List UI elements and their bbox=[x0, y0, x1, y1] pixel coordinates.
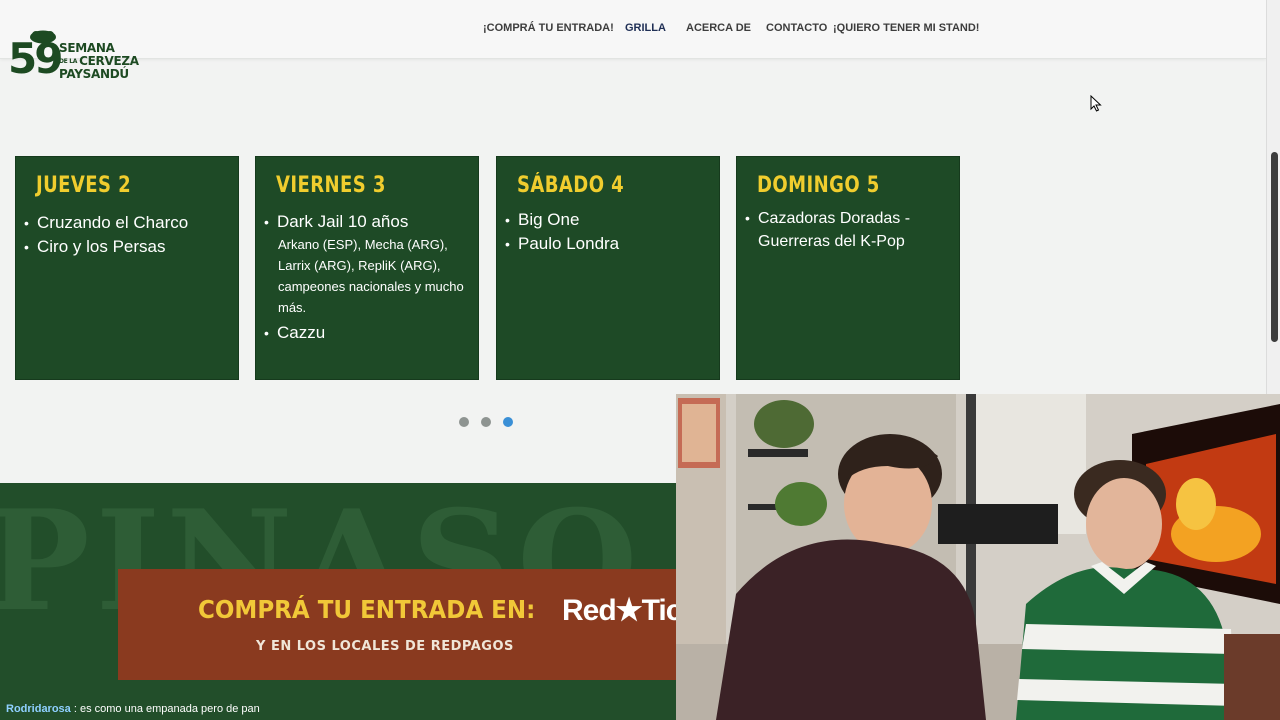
card-artist-list: Cruzando el Charco Ciro y los Persas bbox=[24, 211, 236, 259]
card-artist-list: Dark Jail 10 años Arkano (ESP), Mecha (A… bbox=[264, 210, 476, 345]
carousel-dot-1[interactable] bbox=[459, 417, 469, 427]
webcam-scene bbox=[676, 394, 1280, 720]
nav-acerca-de[interactable]: ACERCA DE bbox=[686, 22, 751, 34]
lineup-card-sabado: SÁBADO 4 Big One Paulo Londra bbox=[496, 156, 720, 380]
artist-item: Paulo Londra bbox=[505, 232, 717, 256]
card-artist-list: Big One Paulo Londra bbox=[505, 208, 717, 256]
artist-item: Cazadoras Doradas - Guerreras del K-Pop bbox=[745, 207, 957, 253]
lineup-card-jueves: JUEVES 2 Cruzando el Charco Ciro y los P… bbox=[15, 156, 239, 380]
chat-username: Rodridarosa bbox=[6, 703, 71, 715]
artist-item: Dark Jail 10 años bbox=[264, 210, 476, 234]
card-artist-list: Cazadoras Doradas - Guerreras del K-Pop bbox=[745, 207, 957, 253]
artist-item: Ciro y los Persas bbox=[24, 235, 236, 259]
ticket-promo-banner: PINASO COMPRÁ TU ENTRADA EN: Red★Tic Y E… bbox=[0, 483, 676, 720]
logo-line-2-main: CERVEZA bbox=[79, 54, 139, 68]
artist-item: Cruzando el Charco bbox=[24, 211, 236, 235]
card-day-title: VIERNES 3 bbox=[276, 173, 386, 198]
card-day-title: SÁBADO 4 bbox=[517, 173, 625, 198]
nav-contacto[interactable]: CONTACTO bbox=[766, 22, 827, 34]
carousel-dot-3[interactable] bbox=[503, 417, 513, 427]
mouse-cursor-icon bbox=[1090, 95, 1102, 112]
artist-item: Big One bbox=[505, 208, 717, 232]
artist-subtext: Arkano (ESP), Mecha (ARG), Larrix (ARG),… bbox=[278, 237, 464, 315]
webcam-overlay bbox=[676, 394, 1280, 720]
main-nav: ¡COMPRÁ TU ENTRADA! GRILLA ACERCA DE CON… bbox=[0, 22, 1266, 40]
artist-item: Cazzu bbox=[264, 321, 476, 345]
nav-quiero-stand[interactable]: ¡QUIERO TENER MI STAND! bbox=[833, 22, 979, 34]
browser-viewport: 59 SEMANA DE LA CERVEZA PAYSANDÚ ¡COMPRÁ … bbox=[0, 0, 1280, 720]
redtickets-logo[interactable]: Red★Tic bbox=[562, 593, 676, 628]
site-header: 59 SEMANA DE LA CERVEZA PAYSANDÚ ¡COMPRÁ … bbox=[0, 0, 1266, 83]
ticket-headline: COMPRÁ TU ENTRADA EN: bbox=[198, 595, 536, 624]
card-day-title: DOMINGO 5 bbox=[757, 173, 880, 198]
logo-wordmark: SEMANA DE LA CERVEZA PAYSANDÚ bbox=[59, 42, 139, 81]
page-scrollbar[interactable] bbox=[1266, 0, 1280, 394]
nav-comprar-entrada[interactable]: ¡COMPRÁ TU ENTRADA! bbox=[483, 22, 614, 34]
chat-message-text: : es como una empanada pero de pan bbox=[73, 703, 260, 715]
card-day-title: JUEVES 2 bbox=[36, 173, 132, 198]
ticket-subline: Y EN LOS LOCALES DE REDPAGOS bbox=[256, 639, 514, 654]
stream-chat-message: Rodridarosa : es como una empanada pero … bbox=[0, 699, 676, 720]
scrollbar-thumb[interactable] bbox=[1271, 152, 1278, 342]
logo-line-3: PAYSANDÚ bbox=[59, 67, 129, 81]
lineup-card-viernes: VIERNES 3 Dark Jail 10 años Arkano (ESP)… bbox=[255, 156, 479, 380]
ticket-purchase-box[interactable]: COMPRÁ TU ENTRADA EN: Red★Tic Y EN LOS L… bbox=[118, 569, 676, 680]
logo-line-2-small: DE LA bbox=[59, 58, 78, 65]
nav-grilla[interactable]: GRILLA bbox=[625, 22, 666, 34]
lineup-card-domingo: DOMINGO 5 Cazadoras Doradas - Guerreras … bbox=[736, 156, 960, 380]
carousel-dot-2[interactable] bbox=[481, 417, 491, 427]
